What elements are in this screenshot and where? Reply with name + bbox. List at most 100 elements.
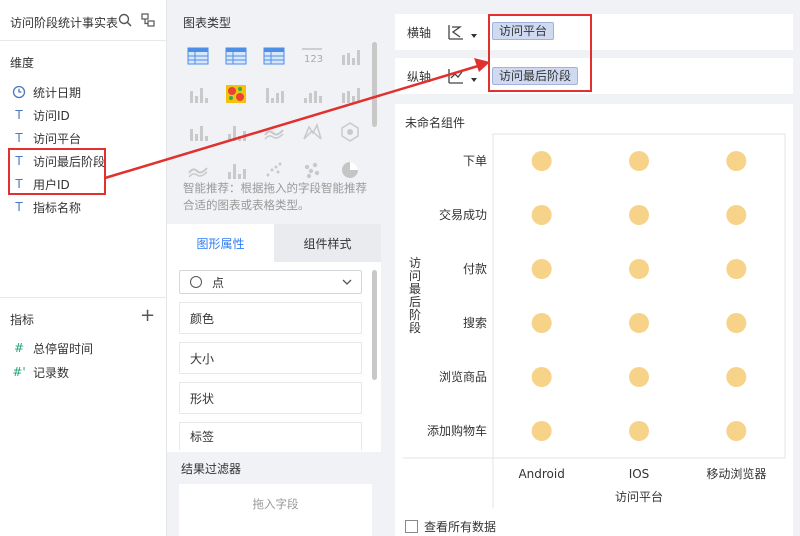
dimension-field[interactable]: T 访问ID	[12, 105, 70, 125]
area-chart-icon[interactable]	[225, 121, 247, 143]
dataset-title: 访问阶段统计事实表	[10, 16, 119, 30]
bar-chart-icon[interactable]	[263, 83, 285, 105]
chart-type-title: 图表类型	[183, 16, 232, 30]
y-tick-label: 搜索	[463, 315, 487, 330]
dimension-field[interactable]: T 用户ID	[12, 174, 69, 194]
field-label: 访问ID	[33, 108, 70, 123]
axis-settings-icon[interactable]	[447, 23, 465, 41]
dimension-section-title: 维度	[10, 56, 35, 70]
data-point	[531, 151, 552, 171]
chevron-down-icon[interactable]	[471, 78, 477, 82]
y-tick-label: 添加购物车	[427, 423, 487, 438]
y-axis-title-char: 后	[409, 295, 421, 309]
dimension-field[interactable]: T 访问最后阶段	[12, 151, 105, 171]
shape-property[interactable]: 形状	[179, 382, 362, 414]
chart-area: 横轴 访问平台 纵轴 访问最后阶段 未命名组件 下单 交易成功 付款 搜索 浏览商品 添加…	[381, 0, 800, 536]
scrollbar[interactable]	[372, 270, 377, 380]
heatmap-icon[interactable]	[225, 83, 247, 105]
bubble-chart-icon[interactable]	[301, 159, 323, 181]
filter-drop-zone[interactable]: 拖入字段	[179, 484, 372, 536]
dimension-field[interactable]: T 指标名称	[12, 197, 81, 217]
smart-recommend-hint: 智能推荐：根据拖入的字段智能推荐合适的图表或表格类型。	[183, 181, 367, 212]
data-point	[629, 151, 649, 171]
cross-table-icon[interactable]	[225, 45, 247, 67]
data-point	[726, 205, 747, 225]
funnel-icon[interactable]	[339, 121, 361, 143]
x-axis-title: 访问平台	[615, 489, 663, 504]
x-axis-row: 横轴 访问平台	[395, 14, 793, 50]
tab-graph-properties[interactable]: 图形属性	[167, 224, 274, 262]
measure-field[interactable]: #' 记录数	[12, 362, 69, 382]
axis-settings-icon[interactable]	[447, 67, 465, 85]
data-point	[531, 421, 552, 441]
y-tick-label: 下单	[463, 154, 487, 168]
field-label: 访问最后阶段	[33, 154, 106, 169]
y-tick-label: 付款	[463, 262, 487, 276]
radar-chart-icon[interactable]	[301, 121, 323, 143]
measure-field[interactable]: # 总停留时间	[12, 338, 93, 358]
view-all-data-label: 查看所有数据	[424, 520, 497, 534]
mark-type-select[interactable]: 点	[179, 270, 362, 294]
x-axis-field-pill[interactable]: 访问平台	[492, 22, 555, 40]
table-icon[interactable]	[187, 45, 209, 67]
data-point	[726, 151, 747, 171]
data-point	[531, 259, 552, 279]
grid-table-icon[interactable]	[339, 45, 361, 67]
scatter-chart-icon[interactable]	[263, 159, 285, 181]
text-type-icon: T	[15, 108, 23, 122]
y-axis-label: 纵轴	[407, 69, 432, 84]
field-tree-icon[interactable]	[141, 13, 155, 27]
data-point	[531, 205, 552, 225]
stacked-bar-icon[interactable]	[225, 159, 247, 181]
x-tick-label: Android	[518, 467, 564, 481]
property-tabs: 图形属性 组件样式	[167, 224, 381, 262]
pie-chart-icon[interactable]	[339, 159, 361, 181]
dimension-field[interactable]: T 访问平台	[12, 128, 81, 148]
line-chart-icon[interactable]	[263, 121, 285, 143]
data-point	[629, 205, 649, 225]
line-bar-icon[interactable]	[339, 83, 361, 105]
data-point	[726, 367, 747, 387]
data-point	[726, 313, 747, 333]
y-axis-title-char: 阶	[409, 308, 421, 322]
y-axis-title-char: 问	[409, 269, 421, 283]
search-icon[interactable]	[118, 13, 132, 27]
label-property[interactable]: 标签	[179, 422, 362, 450]
scatter-chart: 下单交易成功付款搜索浏览商品添加购物车 Android IOS 移动浏览器访问平台 访问…	[403, 133, 786, 508]
clock-icon	[12, 85, 26, 99]
size-property[interactable]: 大小	[179, 342, 362, 374]
data-point	[531, 313, 552, 333]
text-type-icon: T	[15, 200, 23, 214]
field-label: 访问平台	[33, 131, 82, 146]
heat-table-icon[interactable]	[187, 83, 209, 105]
tab-component-style[interactable]: 组件样式	[274, 224, 381, 262]
checkbox[interactable]	[405, 520, 418, 533]
plot-frame	[492, 133, 786, 459]
filter-placeholder: 拖入字段	[252, 497, 299, 511]
dimension-field[interactable]: 统计日期	[12, 82, 81, 102]
kpi-icon[interactable]: 123	[301, 45, 323, 67]
chevron-down-icon[interactable]	[471, 34, 477, 38]
view-all-data-checkbox[interactable]: 查看所有数据	[405, 518, 496, 535]
result-filter-title: 结果过滤器	[181, 462, 242, 476]
data-point	[726, 421, 747, 441]
color-property[interactable]: 颜色	[179, 302, 362, 334]
detail-table-icon[interactable]	[263, 45, 285, 67]
column-chart-icon[interactable]	[301, 83, 323, 105]
stream-chart-icon[interactable]	[187, 159, 209, 181]
point-mark-icon	[190, 276, 202, 288]
scrollbar[interactable]	[372, 42, 377, 127]
y-axis-title-char: 最	[409, 282, 421, 296]
y-tick-label: 交易成功	[439, 207, 487, 222]
y-axis-field-pill[interactable]: 访问最后阶段	[492, 67, 579, 85]
y-tick-label: 浏览商品	[439, 369, 487, 384]
field-panel: 访问阶段统计事实表 维度 统计日期 T 访问ID T 访问平台 T 访问最后阶段…	[0, 0, 167, 536]
x-tick-label: 移动浏览器	[706, 466, 766, 481]
data-point	[629, 421, 649, 441]
block-chart-icon[interactable]	[187, 121, 209, 143]
divider	[0, 40, 167, 41]
graph-properties: 点 颜色 大小 形状 标签	[167, 262, 381, 452]
add-measure-icon[interactable]: +	[140, 305, 155, 326]
field-label: 指标名称	[33, 200, 82, 215]
data-point	[629, 313, 649, 333]
